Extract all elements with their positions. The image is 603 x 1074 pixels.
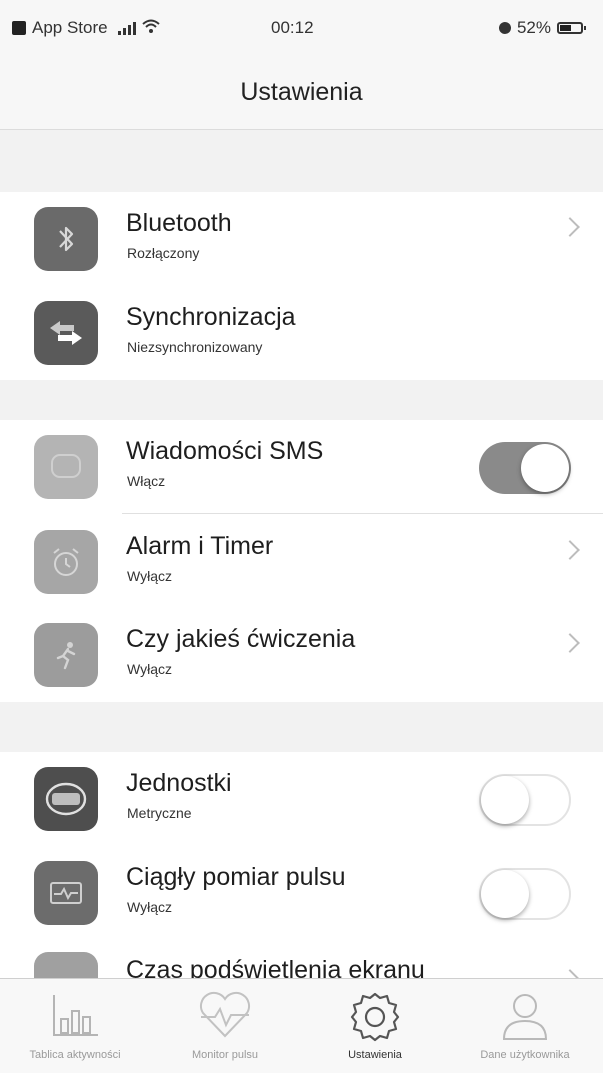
gear-icon — [347, 989, 403, 1050]
backlight-icon — [34, 952, 98, 978]
heart-monitor-icon — [34, 861, 98, 925]
row-subtitle: Wyłącz — [127, 899, 172, 915]
heart-pulse-icon — [195, 989, 255, 1046]
sms-icon — [34, 435, 98, 499]
alarm-clock-icon — [34, 530, 98, 594]
pulse-toggle[interactable] — [479, 868, 571, 920]
tab-settings[interactable]: Ustawienia — [300, 979, 450, 1074]
user-icon — [498, 989, 552, 1048]
row-title: Ciągły pomiar pulsu — [126, 863, 346, 891]
back-to-app-icon[interactable] — [12, 21, 26, 35]
row-title: Alarm i Timer — [126, 532, 274, 560]
row-bluetooth[interactable]: Bluetooth Rozłączony — [0, 192, 603, 286]
row-sms[interactable]: Wiadomości SMS Włącz — [0, 420, 603, 514]
row-subtitle: Włącz — [127, 473, 166, 489]
battery-icon — [557, 22, 586, 34]
section-gap — [0, 380, 603, 420]
status-carrier[interactable]: App Store — [32, 18, 108, 38]
row-title: Jednostki — [126, 769, 232, 797]
row-title: Wiadomości SMS — [126, 437, 324, 465]
row-title: Czas podświetlenia ekranu — [126, 956, 425, 978]
row-title: Synchronizacja — [126, 303, 296, 331]
sync-icon — [34, 301, 98, 365]
status-bar: App Store 00:12 52% — [0, 0, 603, 52]
units-icon — [34, 767, 98, 831]
chevron-right-icon — [560, 633, 580, 653]
row-subtitle: Metryczne — [127, 805, 192, 821]
nav-bar: Ustawienia — [0, 52, 603, 130]
row-subtitle: Wyłącz — [127, 568, 172, 584]
toggle-knob — [481, 870, 529, 918]
section-gap — [0, 702, 603, 752]
tab-activity[interactable]: Tablica aktywności — [0, 979, 150, 1074]
bluetooth-icon — [34, 207, 98, 271]
alarm-icon — [498, 22, 511, 34]
row-backlight[interactable]: Czas podświetlenia ekranu — [0, 948, 603, 978]
tab-pulse-monitor[interactable]: Monitor pulsu — [150, 979, 300, 1074]
wifi-icon — [141, 18, 160, 38]
status-left: App Store — [12, 18, 160, 38]
tab-label: Ustawienia — [348, 1049, 402, 1061]
signal-icon — [117, 21, 136, 35]
tab-bar: Tablica aktywności Monitor pulsu Ustawie… — [0, 978, 603, 1073]
row-title: Czy jakieś ćwiczenia — [126, 625, 356, 653]
chevron-right-icon — [560, 969, 580, 978]
activity-chart-icon — [48, 989, 102, 1046]
battery-percent: 52% — [516, 18, 551, 37]
tab-user-data[interactable]: Dane użytkownika — [450, 979, 600, 1074]
tab-label: Tablica aktywności — [29, 1049, 121, 1061]
units-toggle[interactable] — [479, 774, 571, 826]
section-gap — [0, 130, 603, 192]
tab-label: Monitor pulsu — [191, 1049, 259, 1061]
chevron-right-icon — [560, 217, 580, 237]
sms-toggle[interactable] — [479, 442, 571, 494]
status-time: 00:12 — [271, 18, 314, 37]
status-right: 52% — [498, 18, 586, 38]
row-subtitle: Wyłącz — [127, 661, 172, 677]
row-exercise[interactable]: Czy jakieś ćwiczenia Wyłącz — [0, 608, 603, 702]
tab-label: Dane użytkownika — [480, 1049, 570, 1061]
toggle-knob — [481, 776, 529, 824]
toggle-knob — [521, 444, 569, 492]
page-title: Ustawienia — [240, 78, 363, 106]
row-synchronizacja[interactable]: Synchronizacja Niezsynchronizowany — [0, 286, 603, 380]
row-subtitle: Rozłączony — [127, 245, 200, 261]
row-subtitle: Niezsynchronizowany — [127, 339, 263, 355]
row-title: Bluetooth — [126, 209, 232, 237]
row-alarm-timer[interactable]: Alarm i Timer Wyłącz — [0, 515, 603, 609]
row-jednostki[interactable]: Jednostki Metryczne — [0, 752, 603, 846]
row-continuous-pulse[interactable]: Ciągły pomiar pulsu Wyłącz — [0, 846, 603, 940]
exercise-icon — [34, 623, 98, 687]
divider — [122, 513, 603, 514]
chevron-right-icon — [560, 540, 580, 560]
